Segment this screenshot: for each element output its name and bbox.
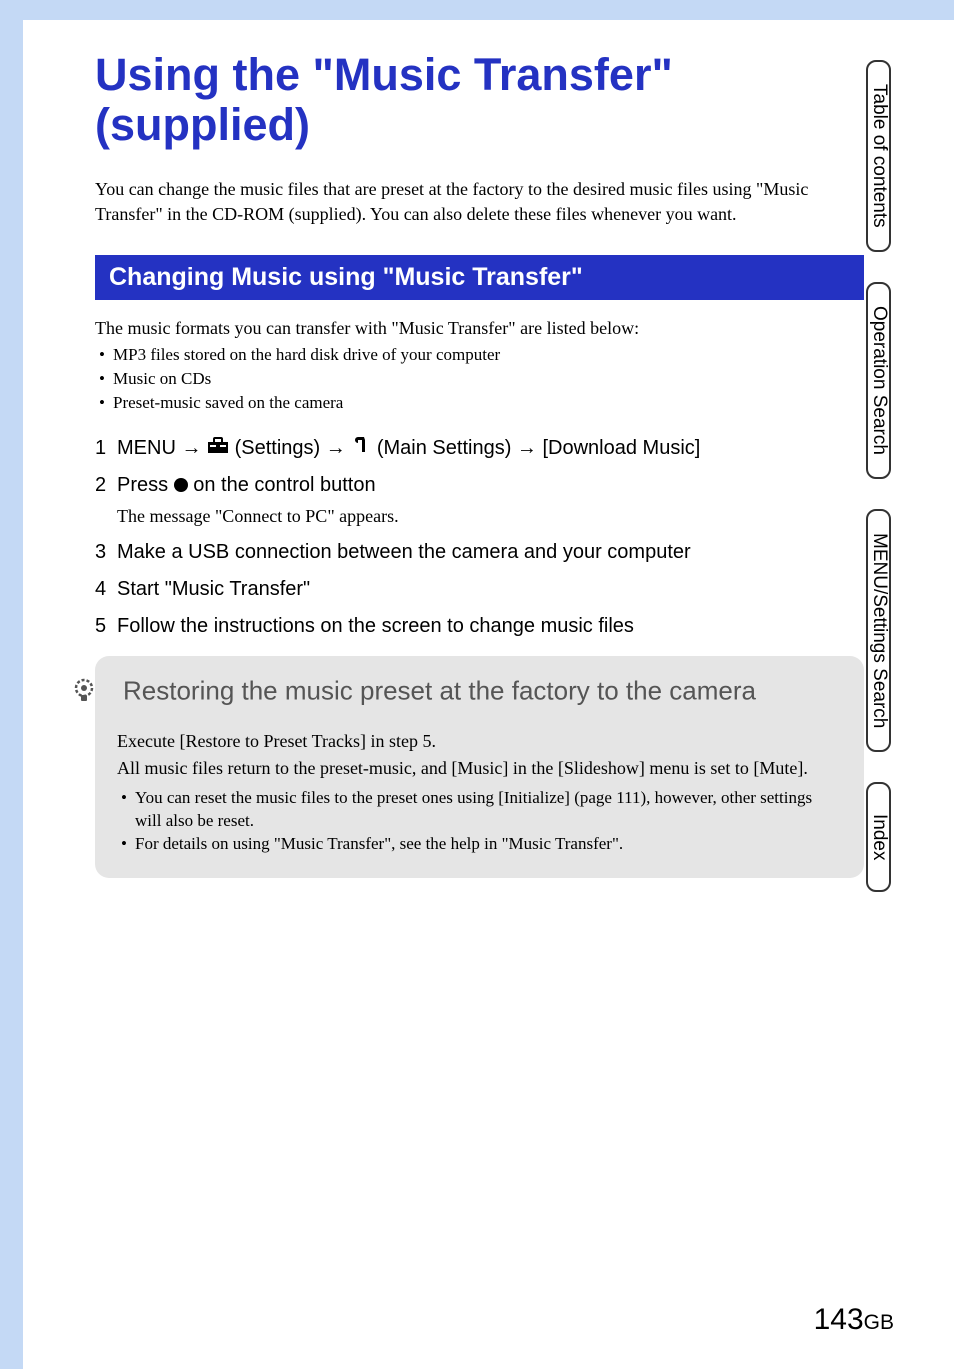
- list-item: Music on CDs: [95, 367, 864, 391]
- side-navigation-tabs: Table of contents Operation Search MENU/…: [866, 60, 940, 922]
- list-item: Preset-music saved on the camera: [95, 391, 864, 415]
- settings-toolbox-icon: [207, 433, 229, 464]
- step-3: Make a USB connection between the camera…: [95, 537, 864, 568]
- steps-list: MENU → (Settings) → (Main Settings) → [D…: [95, 433, 864, 642]
- tab-index[interactable]: Index: [866, 782, 891, 892]
- list-item: You can reset the music files to the pre…: [117, 787, 842, 833]
- step-text: MENU: [117, 437, 181, 459]
- page-number-suffix: GB: [864, 1311, 894, 1334]
- main-settings-wrench-icon: [351, 433, 371, 464]
- format-bullet-list: MP3 files stored on the hard disk drive …: [95, 343, 864, 414]
- step-text: (Settings): [235, 437, 326, 459]
- arrow-icon: →: [181, 437, 201, 459]
- list-item: For details on using "Music Transfer", s…: [117, 833, 842, 856]
- formats-intro: The music formats you can transfer with …: [95, 318, 864, 339]
- tab-table-of-contents[interactable]: Table of contents: [866, 60, 891, 252]
- intro-paragraph: You can change the music files that are …: [95, 177, 864, 227]
- page-number: 143GB: [814, 1303, 894, 1337]
- page-number-value: 143: [814, 1303, 864, 1336]
- arrow-icon: →: [517, 437, 537, 459]
- page-content: Using the "Music Transfer" (supplied) Yo…: [0, 20, 954, 878]
- tip-box: Restoring the music preset at the factor…: [95, 656, 864, 878]
- step-4: Start "Music Transfer": [95, 574, 864, 605]
- section-heading: Changing Music using "Music Transfer": [95, 255, 864, 300]
- step-text: Press: [117, 474, 174, 496]
- tab-operation-search[interactable]: Operation Search: [866, 282, 891, 479]
- tip-title: Restoring the music preset at the factor…: [117, 674, 842, 711]
- left-accent-bar: [0, 0, 23, 1369]
- list-item: MP3 files stored on the hard disk drive …: [95, 343, 864, 367]
- tip-bullet-list: You can reset the music files to the pre…: [117, 787, 842, 856]
- step-text: (Main Settings): [377, 437, 517, 459]
- step-text: on the control button: [188, 474, 376, 496]
- tab-menu-settings-search[interactable]: MENU/Settings Search: [866, 509, 891, 752]
- step-2: Press on the control button The message …: [95, 470, 864, 531]
- top-accent-bar: [0, 0, 954, 20]
- step-note: The message "Connect to PC" appears.: [117, 503, 864, 531]
- tip-title-text: Restoring the music preset at the factor…: [123, 675, 756, 705]
- tip-body: Execute [Restore to Preset Tracks] in st…: [117, 729, 842, 856]
- step-text: [Download Music]: [537, 437, 700, 459]
- tip-paragraph: Execute [Restore to Preset Tracks] in st…: [117, 729, 842, 754]
- center-button-icon: [174, 478, 188, 492]
- step-5: Follow the instructions on the screen to…: [95, 611, 864, 642]
- step-1: MENU → (Settings) → (Main Settings) → [D…: [95, 433, 864, 464]
- page-title: Using the "Music Transfer" (supplied): [95, 50, 864, 149]
- tip-paragraph: All music files return to the preset-mus…: [117, 756, 842, 781]
- arrow-icon: →: [326, 437, 346, 459]
